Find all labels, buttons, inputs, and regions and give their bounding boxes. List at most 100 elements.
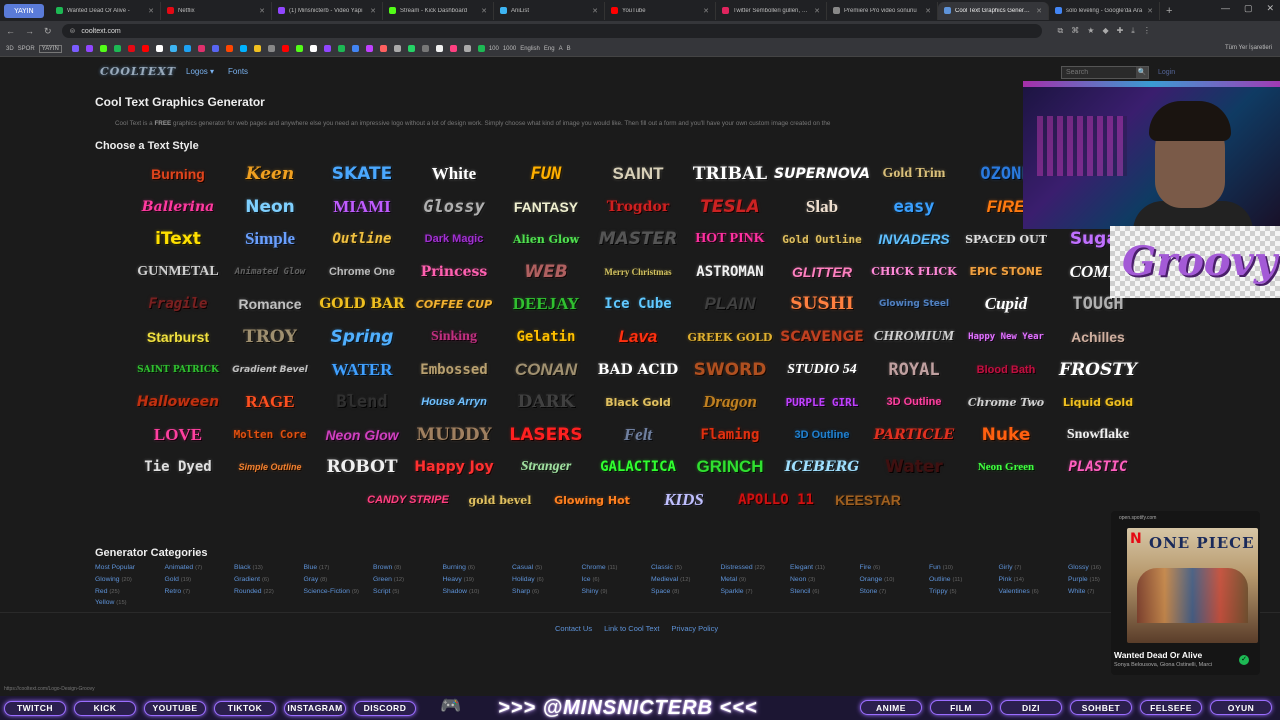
text-style-option[interactable]: Burning bbox=[133, 161, 223, 187]
bookmark-favicon-icon[interactable] bbox=[253, 45, 261, 52]
tab-close-icon[interactable]: ✕ bbox=[481, 7, 487, 15]
text-style-option[interactable]: BAD ACID bbox=[593, 357, 683, 383]
category-link[interactable]: Space (8) bbox=[651, 588, 679, 595]
text-style-option[interactable]: SAINT PATRICK bbox=[133, 357, 223, 383]
browser-tab[interactable]: solo leveling - Google'da Ara ✕ bbox=[1049, 1, 1160, 20]
reload-icon[interactable]: ↻ bbox=[44, 26, 52, 37]
text-style-option[interactable]: TRIBAL bbox=[685, 161, 775, 187]
stream-bar-button[interactable]: FELSEFE bbox=[1140, 700, 1202, 715]
stream-bar-button[interactable]: OYUN bbox=[1210, 700, 1272, 715]
text-style-option[interactable]: MIAMI bbox=[317, 194, 407, 220]
browser-tab[interactable]: Cool Text Graphics Generato ✕ bbox=[938, 1, 1049, 20]
category-link[interactable]: Burning (6) bbox=[443, 564, 475, 571]
text-style-option[interactable]: ROYAL bbox=[869, 357, 959, 383]
bookmark-favicon-icon[interactable] bbox=[421, 45, 429, 52]
bookmark-favicon-icon[interactable] bbox=[337, 45, 345, 52]
text-style-option[interactable]: Chrome Two bbox=[961, 389, 1051, 415]
minimize-icon[interactable]: — bbox=[1221, 3, 1230, 14]
category-link[interactable]: Distressed (22) bbox=[721, 564, 765, 571]
text-style-option[interactable]: Alien Glow bbox=[501, 226, 591, 252]
category-link[interactable]: Yellow (15) bbox=[95, 599, 127, 606]
text-style-option[interactable]: Princess bbox=[409, 259, 499, 285]
text-style-option[interactable]: FUN bbox=[501, 161, 591, 187]
text-style-option[interactable]: STUDIO 54 bbox=[777, 357, 867, 383]
bookmark-spor[interactable]: SPOR bbox=[18, 46, 35, 52]
bookmark-yayin[interactable]: YAYIN bbox=[38, 44, 62, 53]
text-style-option[interactable]: Cupid bbox=[961, 291, 1051, 317]
bookmark-favicon-icon[interactable] bbox=[267, 45, 275, 52]
category-link[interactable]: Shadow (10) bbox=[443, 588, 480, 595]
text-style-option[interactable]: Happy New Year bbox=[961, 324, 1051, 350]
category-link[interactable]: Black (13) bbox=[234, 564, 263, 571]
text-style-option[interactable]: iText bbox=[133, 226, 223, 252]
text-style-option[interactable]: Slab bbox=[777, 194, 867, 220]
nav-fonts[interactable]: Fonts bbox=[228, 67, 248, 76]
text-style-option[interactable]: Starburst bbox=[133, 324, 223, 350]
category-link[interactable]: Brown (8) bbox=[373, 564, 401, 571]
text-style-option[interactable]: DEEJAY bbox=[501, 291, 591, 317]
stream-bar-button[interactable]: DIZI bbox=[1000, 700, 1062, 715]
text-style-option[interactable]: PURPLE GIRL bbox=[777, 389, 867, 415]
stream-bar-button[interactable]: FILM bbox=[930, 700, 992, 715]
text-style-option[interactable]: Animated Glow bbox=[225, 259, 315, 285]
extension-icon[interactable]: ◆ bbox=[1102, 26, 1108, 36]
bookmark-favicon-icon[interactable] bbox=[113, 45, 121, 52]
text-style-option[interactable]: Water bbox=[869, 454, 959, 480]
text-style-option[interactable]: Simple bbox=[225, 226, 315, 252]
text-style-option[interactable]: White bbox=[409, 161, 499, 187]
category-link[interactable]: Most Popular bbox=[95, 564, 135, 571]
text-style-option[interactable]: TESLA bbox=[685, 194, 775, 220]
text-style-option[interactable]: 3D Outline bbox=[777, 422, 867, 448]
text-style-option[interactable]: PARTICLE bbox=[869, 422, 959, 448]
text-style-option[interactable]: LASERS bbox=[501, 422, 591, 448]
text-style-option[interactable]: Ballerina bbox=[133, 194, 223, 220]
bookmark-favicon-icon[interactable] bbox=[85, 45, 93, 52]
text-style-option[interactable]: Achilles bbox=[1053, 324, 1143, 350]
stream-bar-button[interactable]: SOHBET bbox=[1070, 700, 1132, 715]
text-style-option[interactable]: Merry Christmas bbox=[593, 259, 683, 285]
category-link[interactable]: Sparkle (7) bbox=[721, 588, 753, 595]
install-icon[interactable]: ⧉ bbox=[1058, 26, 1064, 36]
category-link[interactable]: Valentines (6) bbox=[999, 588, 1039, 595]
bookmark-english[interactable]: English bbox=[520, 46, 540, 52]
text-style-option[interactable]: FANTASY bbox=[501, 194, 591, 220]
text-style-option[interactable]: GOLD BAR bbox=[317, 291, 407, 317]
text-style-option[interactable]: CHICK FLICK bbox=[869, 259, 959, 285]
tab-close-icon[interactable]: ✕ bbox=[259, 7, 265, 15]
bookmark-favicon-icon[interactable] bbox=[141, 45, 149, 52]
category-link[interactable]: Sharp (6) bbox=[512, 588, 539, 595]
text-style-option[interactable]: WEB bbox=[501, 259, 591, 285]
tab-close-icon[interactable]: ✕ bbox=[814, 7, 820, 15]
download-icon[interactable]: ⤓ bbox=[1131, 26, 1135, 36]
text-style-option[interactable]: Romance bbox=[225, 291, 315, 317]
category-link[interactable]: Animated (7) bbox=[165, 564, 203, 571]
text-style-option[interactable]: Fragile bbox=[133, 291, 223, 317]
text-style-option[interactable]: SWORD bbox=[685, 357, 775, 383]
text-style-option[interactable]: CANDY STRIPE bbox=[363, 487, 453, 513]
bookmark-favicon-icon[interactable] bbox=[365, 45, 373, 52]
bookmark-favicon-icon[interactable] bbox=[183, 45, 191, 52]
text-style-option[interactable]: Nuke bbox=[961, 422, 1051, 448]
text-style-option[interactable]: Dragon bbox=[685, 389, 775, 415]
category-link[interactable]: Science-Fiction (9) bbox=[304, 588, 359, 595]
text-style-option[interactable]: Dark Magic bbox=[409, 226, 499, 252]
category-link[interactable]: Medieval (12) bbox=[651, 576, 690, 583]
text-style-option[interactable]: SUSHI bbox=[777, 291, 867, 317]
bookmark-100[interactable]: 100 bbox=[489, 46, 499, 52]
site-info-icon[interactable]: ⊜ bbox=[70, 27, 76, 35]
category-link[interactable]: Outline (11) bbox=[929, 576, 962, 583]
translate-icon[interactable]: ⌘ bbox=[1071, 26, 1079, 36]
text-style-option[interactable]: Glossy bbox=[409, 194, 499, 220]
browser-tab[interactable]: Premiere Pro video sonunu ✕ bbox=[827, 1, 938, 20]
text-style-option[interactable]: PLASTIC bbox=[1053, 454, 1143, 480]
category-link[interactable]: Classic (5) bbox=[651, 564, 682, 571]
bookmark-favicon-icon[interactable] bbox=[323, 45, 331, 52]
tab-close-icon[interactable]: ✕ bbox=[1036, 7, 1042, 15]
text-style-option[interactable]: gold bevel bbox=[455, 487, 545, 513]
text-style-option[interactable]: SPACED OUT bbox=[961, 226, 1051, 252]
bookmark-favicon-icon[interactable] bbox=[127, 45, 135, 52]
category-link[interactable]: Casual (5) bbox=[512, 564, 542, 571]
text-style-option[interactable]: Liquid Gold bbox=[1053, 389, 1143, 415]
stream-bar-button[interactable]: INSTAGRAM bbox=[284, 700, 346, 716]
browser-tab[interactable]: Twitter Sembolleri güllen, Em ✕ bbox=[716, 1, 827, 20]
